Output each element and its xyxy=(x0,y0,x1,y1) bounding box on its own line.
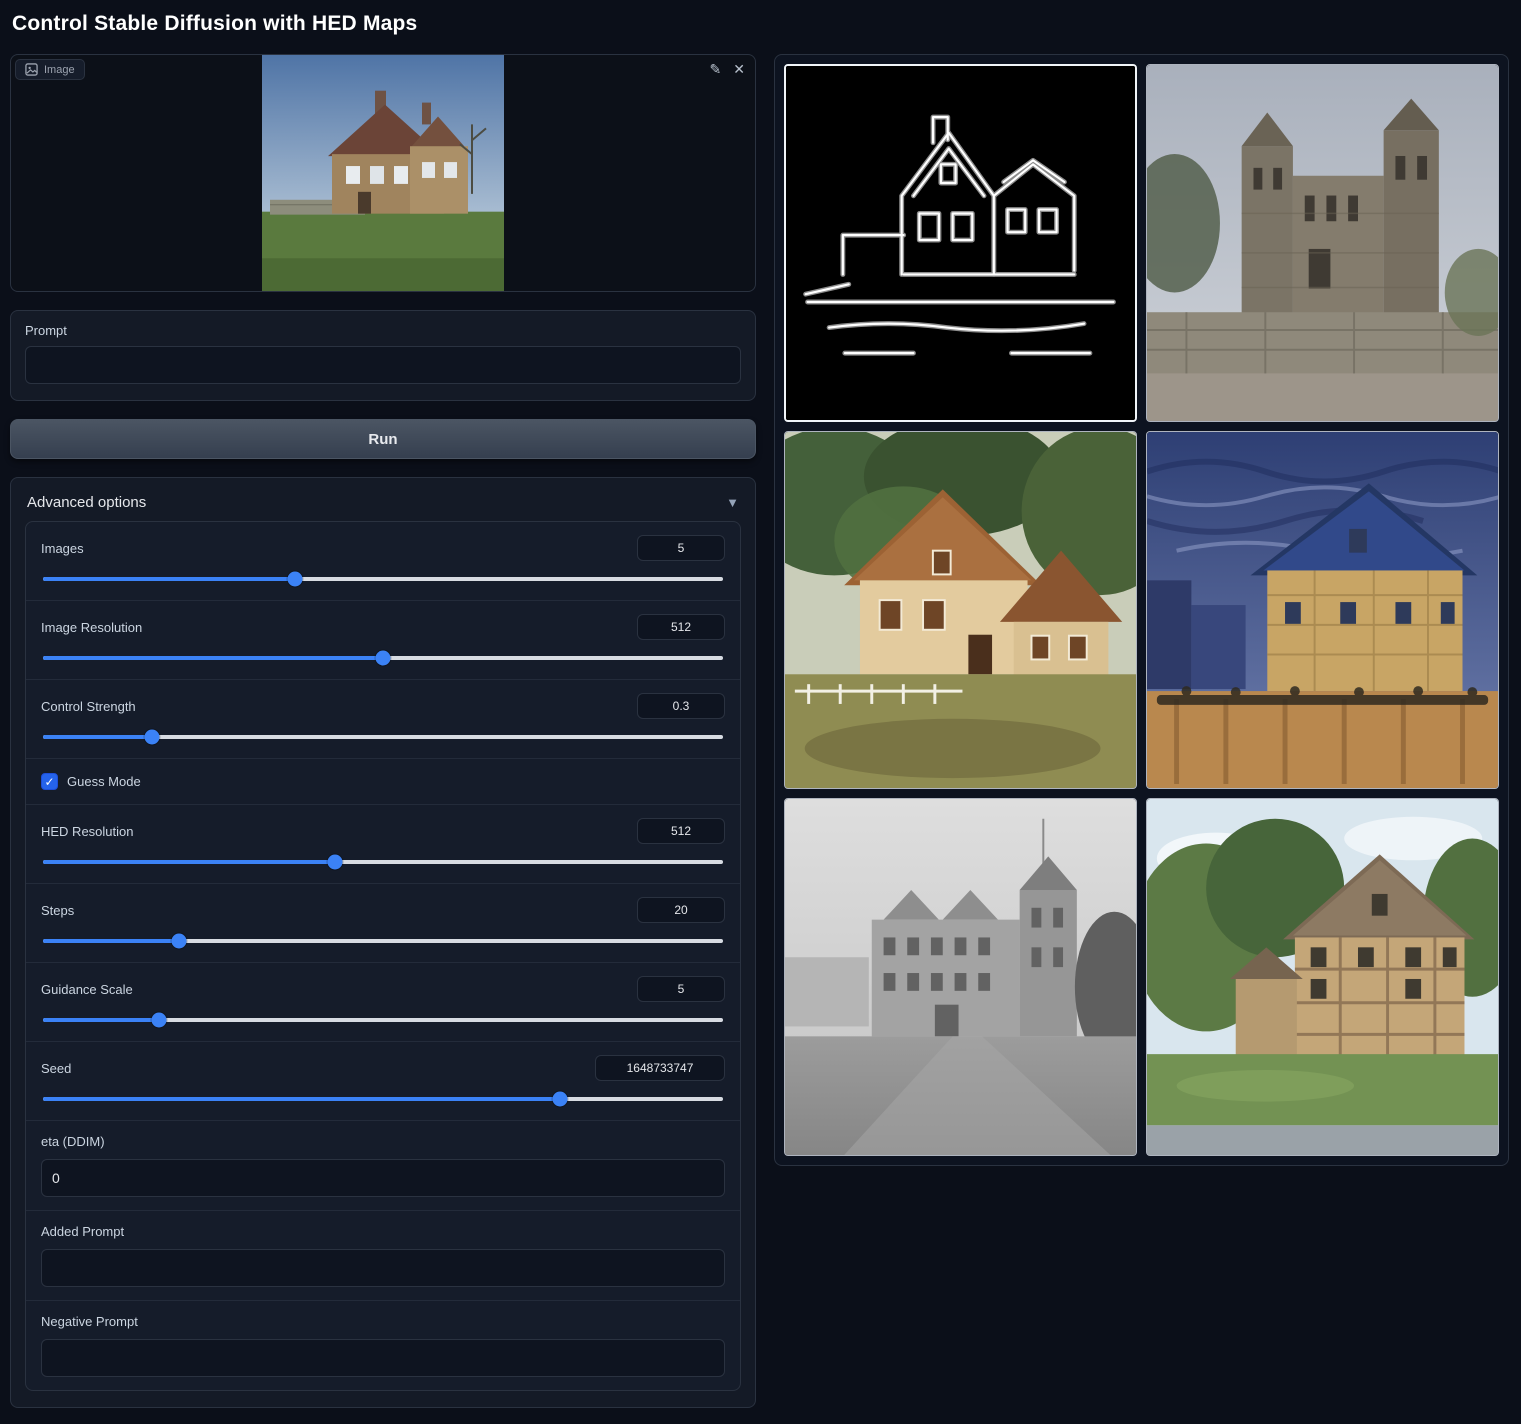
generated-stylized-painting-image xyxy=(1147,432,1498,788)
slider-hed-resolution: HED Resolution xyxy=(26,804,740,883)
slider-control-strength-value[interactable] xyxy=(637,693,725,719)
slider-images-track[interactable] xyxy=(43,577,723,581)
prompt-block: Prompt xyxy=(10,310,756,401)
slider-images-value[interactable] xyxy=(637,535,725,561)
added-prompt-input[interactable] xyxy=(41,1249,725,1287)
slider-control-strength: Control Strength xyxy=(26,679,740,758)
slider-images-handle[interactable] xyxy=(287,572,302,587)
slider-image-resolution-handle[interactable] xyxy=(376,651,391,666)
slider-images-label: Images xyxy=(41,541,84,556)
slider-guidance-scale-handle[interactable] xyxy=(151,1013,166,1028)
advanced-options-header[interactable]: Advanced options ▼ xyxy=(25,492,741,521)
house-photo xyxy=(262,55,504,291)
advanced-options-panel: Advanced options ▼ Images xyxy=(10,477,756,1408)
slider-steps: Steps xyxy=(26,883,740,962)
eta-ddim-input[interactable] xyxy=(41,1159,725,1197)
image-input-tag: Image xyxy=(15,59,85,80)
output-panel xyxy=(774,54,1509,1166)
generated-house-image xyxy=(1147,799,1498,1155)
eta-ddim-field: eta (DDIM) xyxy=(26,1120,740,1210)
prompt-label: Prompt xyxy=(25,323,741,338)
slider-guidance-scale: Guidance Scale xyxy=(26,962,740,1041)
negative-prompt-field: Negative Prompt xyxy=(26,1300,740,1390)
slider-fill xyxy=(43,860,335,864)
slider-steps-track[interactable] xyxy=(43,939,723,943)
guess-mode-row: ✓ Guess Mode xyxy=(26,758,740,804)
uploaded-image-preview xyxy=(262,55,504,291)
generated-house-painting-image xyxy=(785,432,1136,788)
generated-castle-image xyxy=(1147,65,1498,421)
slider-hed-resolution-track[interactable] xyxy=(43,860,723,864)
gallery-item-generated-stylized-painting[interactable] xyxy=(1146,431,1499,789)
slider-seed-label: Seed xyxy=(41,1061,71,1076)
image-input-label: Image xyxy=(44,64,75,76)
app: Control Stable Diffusion with HED Maps I… xyxy=(0,0,1521,1424)
generated-grayscale-building-image xyxy=(785,799,1136,1155)
slider-control-strength-handle[interactable] xyxy=(144,730,159,745)
added-prompt-label: Added Prompt xyxy=(41,1224,725,1239)
negative-prompt-input[interactable] xyxy=(41,1339,725,1377)
slider-steps-value[interactable] xyxy=(637,897,725,923)
slider-seed-track[interactable] xyxy=(43,1097,723,1101)
added-prompt-field: Added Prompt xyxy=(26,1210,740,1300)
image-icon xyxy=(25,63,38,76)
page-title: Control Stable Diffusion with HED Maps xyxy=(12,12,1509,36)
gallery-item-generated-house-painting[interactable] xyxy=(784,431,1137,789)
slider-guidance-scale-track[interactable] xyxy=(43,1018,723,1022)
slider-control-strength-label: Control Strength xyxy=(41,699,136,714)
eta-ddim-label: eta (DDIM) xyxy=(41,1134,725,1149)
slider-steps-label: Steps xyxy=(41,903,74,918)
slider-hed-resolution-value[interactable] xyxy=(637,818,725,844)
slider-steps-handle[interactable] xyxy=(172,934,187,949)
slider-fill xyxy=(43,577,295,581)
image-upload-area[interactable]: Image ✎ ✕ xyxy=(10,54,756,292)
slider-control-strength-track[interactable] xyxy=(43,735,723,739)
gallery-item-generated-castle[interactable] xyxy=(1146,64,1499,422)
slider-image-resolution-label: Image Resolution xyxy=(41,620,142,635)
edit-icon[interactable]: ✎ xyxy=(710,61,722,78)
slider-seed-handle[interactable] xyxy=(552,1092,567,1107)
slider-fill xyxy=(43,1018,159,1022)
gallery-item-generated-grayscale-building[interactable] xyxy=(784,798,1137,1156)
slider-seed-value[interactable] xyxy=(595,1055,725,1081)
slider-guidance-scale-value[interactable] xyxy=(637,976,725,1002)
guess-mode-checkbox[interactable]: ✓ xyxy=(41,773,58,790)
slider-fill xyxy=(43,1097,560,1101)
slider-fill xyxy=(43,939,179,943)
output-gallery xyxy=(774,54,1509,1166)
slider-fill xyxy=(43,656,383,660)
guess-mode-label: Guess Mode xyxy=(67,774,141,789)
left-panel: Image ✎ ✕ xyxy=(10,54,756,1408)
slider-hed-resolution-label: HED Resolution xyxy=(41,824,134,839)
negative-prompt-label: Negative Prompt xyxy=(41,1314,725,1329)
gallery-item-hed-edge-map[interactable] xyxy=(784,64,1137,422)
chevron-down-icon[interactable]: ▼ xyxy=(726,495,739,510)
close-icon[interactable]: ✕ xyxy=(733,61,745,78)
slider-image-resolution-value[interactable] xyxy=(637,614,725,640)
slider-images: Images xyxy=(26,522,740,600)
advanced-options-title: Advanced options xyxy=(27,494,146,511)
slider-guidance-scale-label: Guidance Scale xyxy=(41,982,133,997)
slider-image-resolution: Image Resolution xyxy=(26,600,740,679)
advanced-options-body: Images Image Resolution xyxy=(25,521,741,1391)
run-button[interactable]: Run xyxy=(10,419,756,459)
prompt-input[interactable] xyxy=(25,346,741,384)
slider-hed-resolution-handle[interactable] xyxy=(328,855,343,870)
hed-edge-map-image xyxy=(786,66,1135,420)
gallery-item-generated-house[interactable] xyxy=(1146,798,1499,1156)
slider-fill xyxy=(43,735,152,739)
slider-image-resolution-track[interactable] xyxy=(43,656,723,660)
slider-seed: Seed xyxy=(26,1041,740,1120)
